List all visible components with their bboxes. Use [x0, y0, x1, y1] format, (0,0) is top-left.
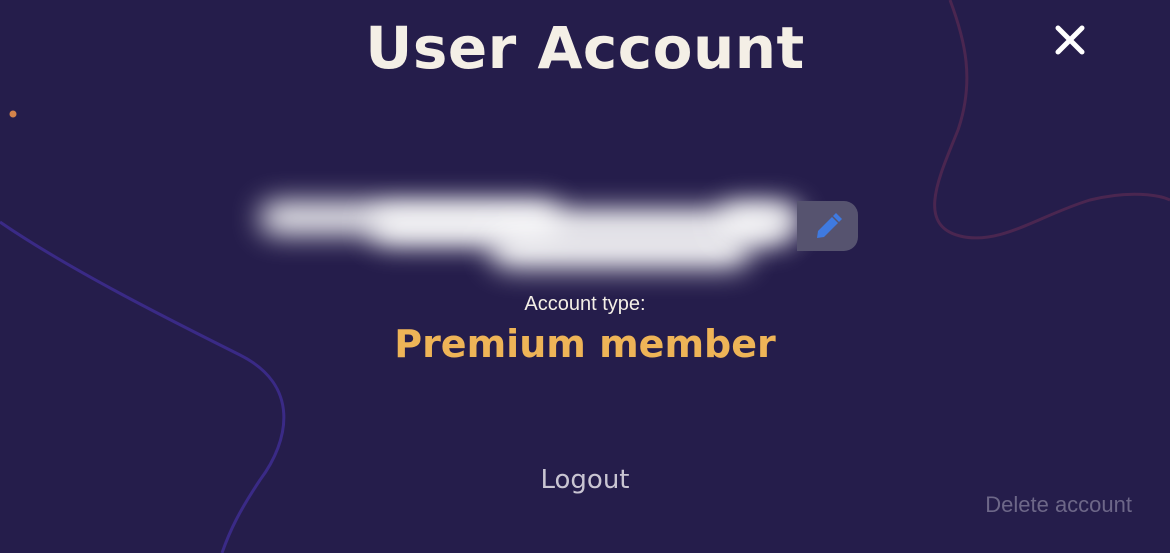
- edit-username-button[interactable]: [797, 201, 858, 251]
- username-redacted: [240, 190, 800, 280]
- pencil-icon: [817, 213, 842, 238]
- page-title: User Account: [365, 14, 805, 82]
- decor-dot: [9, 110, 17, 118]
- delete-account-button[interactable]: Delete account: [960, 490, 1132, 520]
- close-button[interactable]: [1048, 18, 1092, 62]
- account-type-label: Account type:: [524, 293, 646, 315]
- close-icon: [1055, 25, 1085, 55]
- account-type-value: Premium member: [394, 322, 776, 366]
- logout-button[interactable]: Logout: [505, 460, 665, 500]
